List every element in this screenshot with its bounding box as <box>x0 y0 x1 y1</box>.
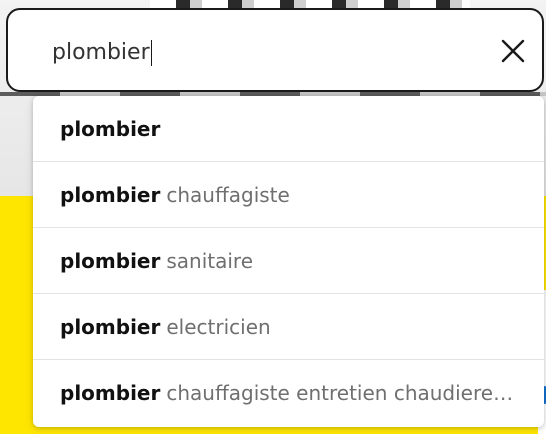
clear-button[interactable] <box>496 34 530 68</box>
suggestion-item[interactable]: plombier <box>33 96 544 162</box>
suggestion-item[interactable]: plombier sanitaire <box>33 228 544 294</box>
suggestion-completion-text: chauffagiste entretien chaudieres… <box>166 380 520 405</box>
page: plombier plombier plombier chauffagiste … <box>0 0 546 434</box>
search-box[interactable]: plombier <box>6 8 544 92</box>
suggestion-match-text: plombier <box>60 380 161 405</box>
suggestion-item[interactable]: plombier electricien <box>33 294 544 360</box>
suggestion-match-text: plombier <box>60 116 161 141</box>
search-input[interactable]: plombier <box>52 36 482 70</box>
suggestion-match-text: plombier <box>60 248 161 273</box>
suggestion-item[interactable]: plombier chauffagiste <box>33 162 544 228</box>
search-query-text: plombier <box>52 40 150 65</box>
suggestion-completion-text: chauffagiste <box>166 182 290 207</box>
text-caret <box>150 40 153 66</box>
suggestion-match-text: plombier <box>60 182 161 207</box>
suggestions-dropdown: plombier plombier chauffagiste plombier … <box>33 96 544 427</box>
suggestion-completion-text: electricien <box>166 314 271 339</box>
suggestion-match-text: plombier <box>60 314 161 339</box>
suggestion-item[interactable]: plombier chauffagiste entretien chaudier… <box>33 360 544 425</box>
close-icon <box>501 39 525 63</box>
suggestion-completion-text: sanitaire <box>166 248 254 273</box>
